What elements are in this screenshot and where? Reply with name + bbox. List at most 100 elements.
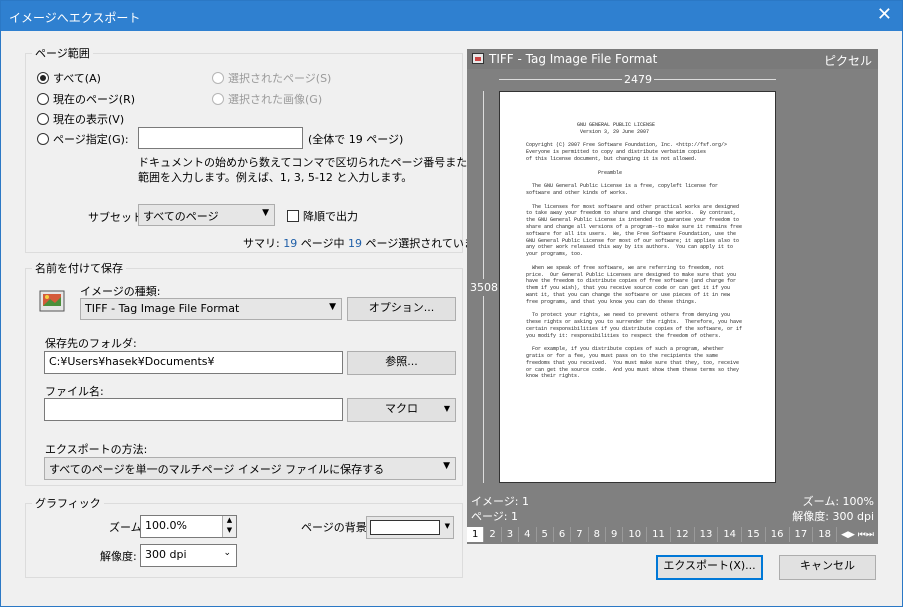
page-tab-11[interactable]: 11 xyxy=(647,527,671,542)
page-range-input[interactable] xyxy=(138,127,303,149)
radio-dot xyxy=(212,93,224,105)
filename-label: ファイル名: xyxy=(45,385,104,398)
radio-selected-images-label: 選択された画像(G) xyxy=(228,93,323,106)
page-navigator: 1 2 3 4 5 6 7 8 9 10 11 12 13 14 15 16 17 18 ◀▶ ⏮⏭ xyxy=(467,525,878,544)
folder-label: 保存先のフォルダ: xyxy=(45,337,137,350)
summary-mid: ページ中 xyxy=(297,237,348,250)
preview-unit: ピクセル xyxy=(823,54,872,68)
reverse-order-checkbox[interactable]: 降順で出力 xyxy=(287,208,358,224)
preview-page-info: ページ: 1 xyxy=(471,510,518,523)
preview-width: 2479 xyxy=(622,73,654,86)
page-range-legend: ページ範囲 xyxy=(35,47,90,60)
page-tab-4[interactable]: 4 xyxy=(519,527,537,542)
radio-selected-pages: 選択されたページ(S) xyxy=(212,70,331,86)
reverse-order-label: 降順で出力 xyxy=(303,210,358,223)
folder-input[interactable]: C:¥Users¥hasek¥Documents¥ xyxy=(44,351,343,374)
page-preview-text: GNU GENERAL PUBLIC LICENSE Version 3, 29… xyxy=(526,122,743,380)
chevron-down-icon: ⌄ xyxy=(223,548,231,558)
total-pages-text: (全体で 19 ページ) xyxy=(308,133,404,146)
image-type-label: イメージの種類: xyxy=(80,285,161,298)
image-save-icon xyxy=(39,290,65,312)
summary-total-count: 19 xyxy=(347,237,362,250)
radio-dot xyxy=(37,113,49,125)
cancel-button[interactable]: キャンセル xyxy=(779,555,876,580)
window-title: イメージへエクスポート xyxy=(9,11,141,25)
browse-button[interactable]: 参照... xyxy=(347,351,456,375)
radio-specify-pages[interactable]: ページ指定(G): xyxy=(37,131,129,147)
spin-down-icon[interactable]: ▼ xyxy=(222,526,236,537)
chevron-down-icon: ▼ xyxy=(444,522,450,530)
page-tab-14[interactable]: 14 xyxy=(718,527,743,542)
spin-up-icon[interactable]: ▲ xyxy=(222,516,236,526)
dpi-label: 解像度: xyxy=(100,550,137,563)
radio-dot xyxy=(212,72,224,84)
page-range-help-1: ドキュメントの始めから数えてコンマで区切られたページ番号またはページ xyxy=(138,156,512,169)
export-button[interactable]: エクスポート(X)... xyxy=(656,555,763,580)
radio-all-label: すべて(A) xyxy=(53,72,101,85)
export-method-select[interactable]: すべてのページを単一のマルチページ イメージ ファイルに保存する ▼ xyxy=(44,457,456,480)
page-tab-7[interactable]: 7 xyxy=(571,527,589,542)
page-tab-6[interactable]: 6 xyxy=(554,527,572,542)
radio-current-page[interactable]: 現在のページ(R) xyxy=(37,91,135,107)
page-tab-18[interactable]: 18 xyxy=(813,527,837,542)
color-swatch xyxy=(370,520,440,535)
page-tab-9[interactable]: 9 xyxy=(606,527,624,542)
page-tab-12[interactable]: 12 xyxy=(671,527,695,542)
page-tab-17[interactable]: 17 xyxy=(790,527,814,542)
radio-dot xyxy=(37,93,49,105)
summary-selected-count: 19 xyxy=(283,237,298,250)
image-type-value: TIFF - Tag Image File Format xyxy=(85,302,240,315)
radio-current-page-label: 現在のページ(R) xyxy=(53,93,136,106)
page-tab-2[interactable]: 2 xyxy=(484,527,502,542)
page-tab-16[interactable]: 16 xyxy=(766,527,790,542)
page-preview: GNU GENERAL PUBLIC LICENSE Version 3, 29… xyxy=(499,91,776,483)
title-bar: イメージへエクスポート ✕ xyxy=(1,1,902,31)
radio-current-view-label: 現在の表示(V) xyxy=(53,113,125,126)
radio-selected-pages-label: 選択されたページ(S) xyxy=(228,72,332,85)
preview-header: TIFF - Tag Image File Format ピクセル xyxy=(467,49,878,69)
selection-summary: サマリ: 19 ページ中 19 ページ選択されています xyxy=(243,235,486,251)
preview-height: 3508 xyxy=(470,279,498,296)
export-method-value: すべてのページを単一のマルチページ イメージ ファイルに保存する xyxy=(49,463,385,476)
close-icon[interactable]: ✕ xyxy=(877,5,892,25)
macro-button[interactable]: マクロ ▼ xyxy=(347,398,456,422)
chevron-down-icon: ▼ xyxy=(443,461,450,471)
radio-current-view[interactable]: 現在の表示(V) xyxy=(37,111,124,127)
chevron-down-icon: ▼ xyxy=(329,302,336,312)
graphic-legend: グラフィック xyxy=(35,497,101,510)
page-tab-5[interactable]: 5 xyxy=(537,527,554,542)
page-tab-15[interactable]: 15 xyxy=(742,527,766,542)
page-tab-10[interactable]: 10 xyxy=(623,527,648,542)
image-type-select[interactable]: TIFF - Tag Image File Format ▼ xyxy=(80,298,342,320)
export-image-dialog: イメージへエクスポート ✕ ページ範囲 すべて(A) 現在のページ(R) 現在の… xyxy=(0,0,903,607)
chevron-down-icon: ▼ xyxy=(262,208,269,218)
page-background-color-picker[interactable]: ▼ xyxy=(366,516,454,539)
radio-selected-images: 選択された画像(G) xyxy=(212,91,322,107)
radio-all-pages[interactable]: すべて(A) xyxy=(37,70,101,86)
macro-label: マクロ xyxy=(385,402,418,415)
save-as-legend: 名前を付けて保存 xyxy=(35,262,123,275)
pager-nav-icons[interactable]: ◀▶ ⏮⏭ xyxy=(841,530,878,540)
chevron-down-icon: ▼ xyxy=(443,404,450,413)
dpi-value: 300 dpi xyxy=(145,548,187,561)
subset-select[interactable]: すべてのページ ▼ xyxy=(138,204,275,226)
page-tab-1[interactable]: 1 xyxy=(467,527,485,542)
zoom-stepper[interactable]: 100.0% ▲ ▼ xyxy=(140,515,237,538)
dpi-select[interactable]: 300 dpi ⌄ xyxy=(140,544,237,567)
summary-prefix: サマリ: xyxy=(243,237,284,250)
zoom-value: 100.0% xyxy=(145,519,187,532)
export-method-label: エクスポートの方法: xyxy=(45,443,148,456)
radio-dot xyxy=(37,133,49,145)
page-tab-13[interactable]: 13 xyxy=(695,527,719,542)
filename-input[interactable] xyxy=(44,398,343,421)
page-background-label: ページの背景: xyxy=(301,521,371,534)
tiff-file-icon xyxy=(472,53,484,64)
radio-dot xyxy=(37,72,49,84)
page-range-help-2: 範囲を入力します。例えば、1, 3, 5-12 と入力します。 xyxy=(138,171,413,184)
preview-format: TIFF - Tag Image File Format xyxy=(489,52,658,66)
page-tab-3[interactable]: 3 xyxy=(502,527,520,542)
preview-dpi-info: 解像度: 300 dpi xyxy=(792,510,874,523)
radio-specify-label: ページ指定(G): xyxy=(53,133,129,146)
options-button[interactable]: オプション... xyxy=(347,297,456,321)
page-tab-8[interactable]: 8 xyxy=(589,527,606,542)
